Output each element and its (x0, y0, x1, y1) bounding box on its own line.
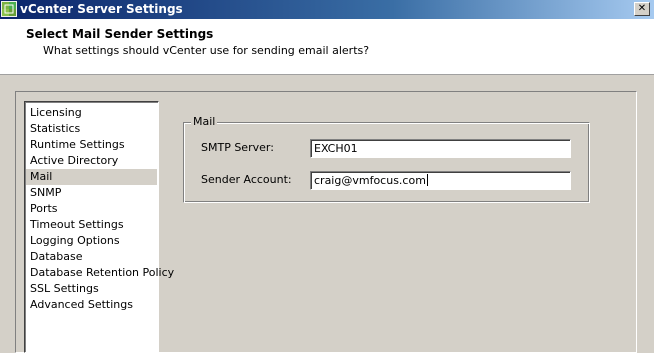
title-bar: vCenter Server Settings ✕ (0, 0, 654, 19)
sender-account-value: craig@vmfocus.com (314, 174, 426, 187)
mail-group-label: Mail (191, 115, 218, 128)
page-title: Select Mail Sender Settings (26, 27, 214, 41)
sidebar-item-database[interactable]: Database (26, 249, 157, 265)
smtp-server-value: EXCH01 (314, 142, 358, 155)
mail-groupbox (183, 122, 590, 203)
window-title: vCenter Server Settings (20, 2, 183, 16)
sidebar-item-logging-options[interactable]: Logging Options (26, 233, 157, 249)
sidebar-item-ssl-settings[interactable]: SSL Settings (26, 281, 157, 297)
page-subtitle: What settings should vCenter use for sen… (43, 44, 370, 57)
settings-nav-list[interactable]: Licensing Statistics Runtime Settings Ac… (24, 101, 174, 353)
sidebar-item-ports[interactable]: Ports (26, 201, 157, 217)
wizard-header: Select Mail Sender Settings What setting… (0, 19, 654, 75)
smtp-server-label: SMTP Server: (201, 141, 274, 154)
sender-account-label: Sender Account: (201, 173, 292, 186)
sidebar-item-database-retention-policy[interactable]: Database Retention Policy (26, 265, 174, 281)
sidebar-item-advanced-settings[interactable]: Advanced Settings (26, 297, 157, 313)
sidebar-item-statistics[interactable]: Statistics (26, 121, 157, 137)
sidebar-item-active-directory[interactable]: Active Directory (26, 153, 157, 169)
sender-account-input[interactable]: craig@vmfocus.com (310, 171, 571, 190)
sidebar-item-timeout-settings[interactable]: Timeout Settings (26, 217, 157, 233)
sidebar-item-mail[interactable]: Mail (26, 169, 157, 185)
smtp-server-input[interactable]: EXCH01 (310, 139, 571, 158)
close-icon[interactable]: ✕ (634, 2, 650, 16)
vmware-app-icon (1, 1, 17, 17)
text-caret (426, 174, 428, 186)
sidebar-item-runtime-settings[interactable]: Runtime Settings (26, 137, 157, 153)
sidebar-item-snmp[interactable]: SNMP (26, 185, 157, 201)
sidebar-item-licensing[interactable]: Licensing (26, 105, 157, 121)
